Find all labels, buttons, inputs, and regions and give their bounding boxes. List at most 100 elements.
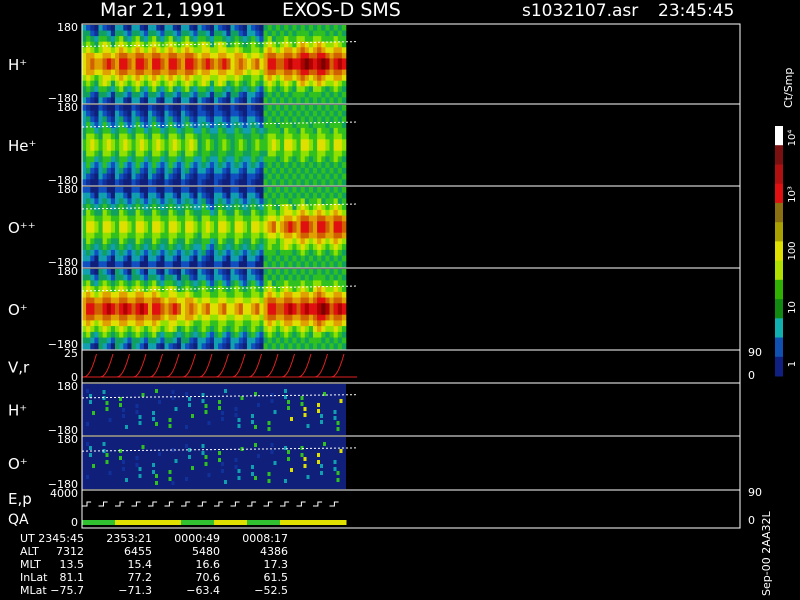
heatmap-cell — [226, 280, 231, 287]
heatmap-cell — [90, 209, 95, 216]
heatmap-cell — [313, 215, 318, 222]
heatmap-cell — [106, 303, 112, 310]
heatmap-cell — [185, 105, 190, 111]
heatmap-cell — [98, 187, 103, 193]
heatmap-cell — [329, 309, 334, 315]
heatmap-cell — [280, 215, 285, 222]
heatmap-cell — [189, 337, 194, 344]
heatmap-cell — [263, 173, 268, 180]
heatmap-cell — [304, 80, 310, 87]
heatmap-cell — [143, 173, 149, 180]
heatmap-cell — [209, 139, 215, 146]
heatmap-cell — [176, 97, 182, 104]
heatmap-cell — [238, 244, 244, 251]
heatmap-cell — [139, 280, 145, 287]
heatmap-cell — [110, 179, 116, 186]
heatmap-cell — [284, 261, 289, 268]
heatmap-cell — [123, 64, 128, 70]
heatmap-cell — [251, 221, 256, 228]
heatmap-cell — [110, 133, 116, 140]
heatmap-cell — [238, 192, 244, 199]
heatmap-cell — [90, 156, 95, 163]
heatmap-cell — [317, 58, 322, 65]
panel-label-2: QA — [8, 512, 29, 528]
heatmap-cell — [280, 337, 285, 344]
heatmap-cell — [284, 36, 289, 42]
heatmap-cell — [242, 187, 248, 193]
heatmap-cell — [82, 274, 87, 281]
heatmap-cell — [317, 261, 322, 268]
energy-step — [247, 501, 257, 507]
heatmap-cell — [168, 156, 173, 163]
heatmap-cell — [300, 47, 305, 54]
heatmap-cell — [164, 127, 169, 134]
heatmap-cell — [296, 320, 301, 327]
heatmap-cell — [292, 280, 297, 287]
heatmap-cell — [110, 221, 116, 228]
heatmap-cell — [321, 238, 326, 245]
heatmap-cell — [209, 261, 215, 268]
heatmap-cell — [176, 173, 182, 180]
heatmap-cell — [127, 36, 132, 42]
heatmap-cell — [300, 232, 305, 239]
heatmap-cell — [164, 64, 169, 70]
heatmap-cell — [135, 179, 140, 186]
heatmap-cell — [251, 215, 256, 222]
heatmap-cell — [337, 320, 343, 327]
heatmap-cell — [106, 145, 112, 151]
heatmap-cell — [296, 173, 301, 180]
heatmap-cell — [106, 337, 112, 344]
heatmap-cell — [296, 75, 301, 81]
heatmap-cell — [255, 156, 260, 163]
heatmap-cell — [131, 58, 136, 65]
heatmap-cell — [247, 343, 252, 350]
heatmap-cell — [102, 52, 107, 59]
heatmap-cell — [172, 326, 178, 333]
heatmap-cell — [131, 303, 136, 310]
heatmap-cell — [341, 150, 347, 157]
heatmap-cell — [240, 396, 244, 400]
heatmap-cell — [82, 75, 87, 81]
heatmap-cell — [119, 249, 124, 256]
heatmap-cell — [115, 255, 120, 262]
heatmap-cell — [189, 215, 194, 222]
heatmap-cell — [214, 75, 219, 81]
heatmap-cell — [119, 227, 124, 233]
heatmap-cell — [280, 52, 285, 59]
heatmap-cell — [263, 280, 268, 287]
heatmap-cell — [90, 297, 95, 304]
heatmap-cell — [325, 58, 330, 65]
heatmap-cell — [255, 261, 260, 268]
velocity-sweep — [265, 353, 279, 378]
heatmap-cell — [148, 309, 153, 315]
heatmap-cell — [102, 198, 107, 205]
heatmap-cell — [181, 69, 186, 76]
heatmap-cell — [143, 238, 149, 245]
heatmap-cell — [242, 244, 248, 251]
heatmap-cell — [94, 25, 99, 31]
heatmap-cell — [317, 69, 322, 76]
heatmap-cell — [143, 145, 149, 151]
heatmap-cell — [292, 269, 297, 275]
heatmap-cell — [329, 209, 334, 216]
heatmap-cell — [135, 58, 140, 65]
heatmap-cell — [158, 452, 161, 456]
heatmap-cell — [185, 80, 190, 87]
heatmap-cell — [176, 91, 182, 98]
heatmap-cell — [214, 343, 219, 350]
heatmap-cell — [300, 156, 305, 163]
heatmap-cell — [214, 337, 219, 344]
heatmap-cell — [172, 145, 178, 151]
heatmap-cell — [98, 69, 103, 76]
panel-frame — [81, 349, 741, 384]
heatmap-cell — [131, 86, 136, 93]
heatmap-cell — [300, 116, 305, 123]
heatmap-cell — [247, 179, 252, 186]
heatmap-cell — [251, 179, 256, 186]
heatmap-cell — [152, 110, 157, 117]
heatmap-cell — [160, 30, 165, 37]
heatmap-cell — [321, 80, 326, 87]
heatmap-cell — [164, 255, 169, 262]
heatmap-cell — [106, 244, 112, 251]
heatmap-cell — [304, 320, 310, 327]
